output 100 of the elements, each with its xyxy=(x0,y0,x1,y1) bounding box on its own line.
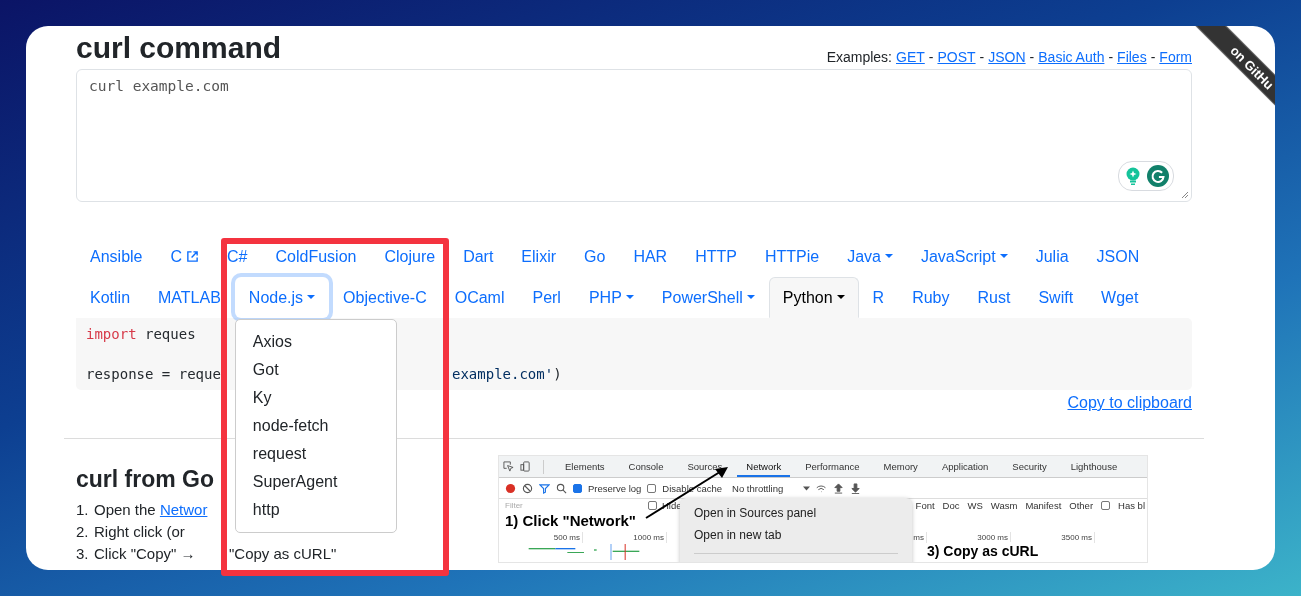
devtools-tab-label: Lighthouse xyxy=(1069,460,1119,474)
separator-dash: - xyxy=(1029,49,1035,65)
language-tab[interactable]: ColdFusion xyxy=(261,236,371,277)
menu-item[interactable]: http xyxy=(235,496,396,524)
example-link[interactable]: GET xyxy=(896,49,925,65)
type-filter: Wasm xyxy=(990,500,1018,511)
devtools-tab-label: Console xyxy=(627,460,665,474)
language-tab[interactable]: Rust xyxy=(963,277,1025,318)
caret-icon xyxy=(836,295,845,300)
language-tab[interactable]: MATLAB xyxy=(144,277,235,318)
external-link-icon xyxy=(186,250,200,263)
language-tab[interactable]: Wget xyxy=(1087,277,1153,318)
callout-text: 1) Click "Network" xyxy=(503,512,638,530)
caret-icon xyxy=(803,485,811,491)
language-tab[interactable]: OCaml xyxy=(440,277,519,318)
menu-item[interactable]: Ky xyxy=(235,384,396,412)
caret-icon xyxy=(884,254,893,259)
step-text: Right click (or xyxy=(94,522,185,542)
menu-item[interactable]: SuperAgent xyxy=(235,468,396,496)
page-title: curl command xyxy=(76,30,282,66)
menu-item[interactable]: Got xyxy=(235,356,396,384)
time-tick: 1000 ms xyxy=(583,532,667,543)
separator-dash: - xyxy=(928,49,934,65)
language-tab[interactable]: Objective-C xyxy=(329,277,441,318)
step-text: Click "Copy" → xyxy=(94,544,197,564)
resize-grip-icon[interactable] xyxy=(1181,191,1189,199)
separator-dash: - xyxy=(1150,49,1156,65)
language-tab[interactable]: JavaScript xyxy=(906,236,1022,277)
type-filter: Font xyxy=(915,500,935,511)
separator-dash: - xyxy=(979,49,985,65)
example-link[interactable]: Files xyxy=(1117,49,1147,65)
devtools-tab-label: Performance xyxy=(804,460,861,474)
g-logo-icon[interactable] xyxy=(1147,165,1169,187)
language-tab[interactable]: Go xyxy=(570,236,620,277)
language-tab[interactable]: HTTPie xyxy=(750,236,834,277)
language-tab[interactable]: Elixir xyxy=(507,236,571,277)
upload-icon xyxy=(833,482,845,494)
code-text: import reques xyxy=(86,325,196,344)
step-number: 2. xyxy=(76,522,90,542)
language-tab[interactable]: C# xyxy=(213,236,262,277)
caret-icon xyxy=(746,295,755,300)
filter-icon xyxy=(539,482,550,494)
example-link[interactable]: POST xyxy=(937,49,976,65)
filter-field: Filter xyxy=(501,500,643,511)
inspect-icon xyxy=(503,461,514,472)
language-tab[interactable]: PHP xyxy=(574,277,648,318)
step-number: 3. xyxy=(76,544,90,564)
language-tab[interactable]: Ansible xyxy=(76,236,157,277)
language-tab[interactable]: Python xyxy=(768,277,859,318)
language-tab[interactable]: C xyxy=(156,236,214,277)
devtools-tab-label: Memory xyxy=(882,460,919,474)
copy-link[interactable]: Copy to clipboard xyxy=(1067,394,1192,412)
code-text: example.com') xyxy=(452,365,562,384)
devtools-tab-label: Elements xyxy=(564,460,606,474)
network-link[interactable]: Networ xyxy=(159,499,208,521)
language-tab[interactable]: Dart xyxy=(449,236,508,277)
language-tab[interactable]: Java xyxy=(833,236,907,277)
record-icon xyxy=(505,482,516,494)
download-icon xyxy=(850,482,862,494)
step-number: 1. xyxy=(76,500,90,520)
step-text: "Copy as cURL" xyxy=(228,544,337,564)
language-tab[interactable]: Clojure xyxy=(370,236,450,277)
language-tab[interactable]: Node.js xyxy=(234,277,330,318)
example-link[interactable]: Basic Auth xyxy=(1038,49,1105,65)
caret-icon xyxy=(307,295,316,300)
curl-input-field[interactable]: curl example.com xyxy=(76,69,1192,202)
step-text: Open the xyxy=(94,500,157,520)
menu-item[interactable]: request xyxy=(235,440,396,468)
type-filter: Doc xyxy=(942,500,960,511)
time-tick: 500 ms xyxy=(499,532,583,543)
throttling-label: No throttling xyxy=(732,482,784,494)
menu-item[interactable]: node-fetch xyxy=(235,412,396,440)
language-tab[interactable]: Swift xyxy=(1024,277,1088,318)
language-tab[interactable]: PowerShell xyxy=(647,277,769,318)
device-icon xyxy=(520,461,531,472)
examples-label: Examples: xyxy=(826,49,892,65)
caret-icon xyxy=(625,295,634,300)
wifi-icon xyxy=(816,482,828,494)
language-tab[interactable]: Kotlin xyxy=(76,277,145,318)
language-tab[interactable]: Ruby xyxy=(898,277,964,318)
caret-icon xyxy=(999,254,1008,259)
menu-item[interactable]: Axios xyxy=(235,328,396,356)
language-tab[interactable]: HTTP xyxy=(681,236,751,277)
type-filter: Other xyxy=(1069,500,1094,511)
example-link[interactable]: JSON xyxy=(988,49,1026,65)
search-icon xyxy=(556,482,567,494)
language-tab[interactable]: JSON xyxy=(1082,236,1154,277)
language-tab[interactable]: Julia xyxy=(1021,236,1083,277)
language-tab[interactable]: Perl xyxy=(518,277,575,318)
language-tab[interactable]: R xyxy=(858,277,899,318)
disable-cache-label: Disable cache xyxy=(662,482,722,494)
blocked-label: Has bl xyxy=(1118,500,1145,511)
devtools-tab-label: Network xyxy=(737,456,791,477)
curl-input-value: curl example.com xyxy=(89,78,229,94)
separator-dash: - xyxy=(1108,49,1114,65)
language-tab[interactable]: HAR xyxy=(619,236,682,277)
section-title: curl from Go xyxy=(76,465,214,494)
devtools-tab-label: Application xyxy=(940,460,990,474)
example-link[interactable]: Form xyxy=(1159,49,1192,65)
type-filter: Manifest xyxy=(1025,500,1062,511)
